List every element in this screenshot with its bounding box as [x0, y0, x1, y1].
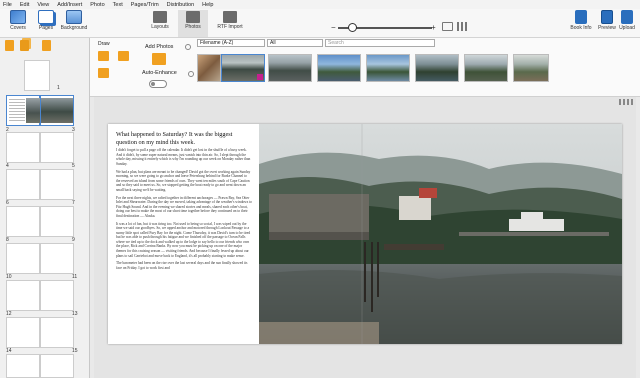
pages-label: Pages — [38, 25, 54, 31]
page-thumb-7[interactable] — [40, 169, 74, 200]
photos-label: Photos — [185, 24, 201, 30]
menu-view[interactable]: View — [37, 2, 49, 8]
page-thumb-5[interactable] — [40, 132, 74, 163]
page-thumb-3[interactable] — [40, 95, 74, 126]
photo-thumb-6[interactable] — [415, 54, 459, 82]
auto-enhance-label: Auto-Enhance — [142, 70, 177, 76]
menu-edit[interactable]: Edit — [20, 2, 29, 8]
pages-button[interactable]: Pages — [31, 10, 61, 31]
rtf-import-label: RTF Import — [217, 24, 243, 30]
page-thumb-8[interactable] — [6, 206, 40, 237]
page-thumb-14[interactable] — [6, 317, 40, 348]
main-toolbar: Covers Pages Background Layouts Photos R… — [0, 9, 640, 38]
page-thumb-15[interactable] — [40, 317, 74, 348]
page-thumb-11[interactable] — [40, 243, 74, 274]
sort-dropdown[interactable]: Filename (A-Z) — [197, 39, 265, 47]
upload-button[interactable]: Upload — [614, 10, 640, 31]
background-label: Background — [60, 25, 88, 31]
book-info-icon — [575, 10, 587, 24]
search-input[interactable]: Search — [325, 39, 435, 47]
photos-icon — [186, 11, 200, 23]
zoom-out-button[interactable]: − — [331, 23, 336, 32]
page-thumb-10[interactable] — [6, 243, 40, 274]
spread-photo[interactable] — [259, 124, 622, 344]
edit-photo-icon[interactable] — [98, 68, 109, 78]
page-thumb-17[interactable] — [40, 354, 74, 378]
article-paragraph: It was a lot of fun, but it was tiring t… — [116, 221, 251, 258]
article-paragraph: The barometer had been on the rise over … — [116, 261, 248, 270]
page-thumb-2[interactable] — [6, 95, 40, 126]
background-button[interactable]: Background — [58, 10, 90, 31]
rtf-import-icon — [223, 11, 237, 23]
page-number: 1 — [57, 85, 60, 91]
auto-enhance-help-icon[interactable] — [188, 71, 194, 77]
add-photos-icon[interactable] — [152, 53, 166, 65]
filter-dropdown[interactable]: All — [267, 39, 323, 47]
harbor-photo — [259, 124, 622, 344]
article-paragraph: I didn't forget to pull a page off the c… — [116, 148, 251, 166]
article-paragraph: We had a plan, but plans are meant to be… — [116, 169, 251, 192]
photo-thumb-2-selected[interactable] — [221, 54, 265, 82]
menu-text[interactable]: Text — [113, 2, 123, 8]
page-thumb-6[interactable] — [6, 169, 40, 200]
covers-label: Covers — [10, 25, 26, 31]
menu-photo[interactable]: Photo — [90, 2, 104, 8]
grid-view-icon[interactable] — [457, 22, 468, 31]
draw-label: Draw — [98, 41, 110, 47]
menu-distribution[interactable]: Distribution — [167, 2, 195, 8]
page-navigation-icon[interactable] — [619, 99, 635, 105]
rtf-import-button[interactable]: RTF Import — [212, 11, 248, 30]
photo-panel: Draw Add Photos Auto-Enhance Filename (A… — [90, 38, 640, 97]
auto-enhance-toggle[interactable] — [149, 80, 167, 88]
photo-thumb-1[interactable] — [197, 54, 221, 82]
photo-thumb-4[interactable] — [317, 54, 361, 82]
text-frame[interactable]: What happened to Saturday? It was the bi… — [116, 131, 252, 339]
layouts-icon — [153, 11, 167, 23]
pages-icon — [38, 10, 54, 24]
menu-add-insert[interactable]: Add/Insert — [57, 2, 82, 8]
page-thumb-9[interactable] — [40, 206, 74, 237]
menu-help[interactable]: Help — [202, 2, 213, 8]
duplicate-page-icon[interactable] — [20, 40, 29, 51]
fit-page-icon[interactable] — [442, 22, 453, 31]
background-icon — [66, 10, 82, 24]
page-thumb-16[interactable] — [6, 354, 40, 378]
menu-file[interactable]: File — [3, 2, 12, 8]
article-paragraph: For the next three nights, we rafted tog… — [116, 195, 252, 218]
used-badge-icon — [257, 74, 263, 80]
photos-button[interactable]: Photos — [178, 10, 208, 37]
covers-button[interactable]: Covers — [3, 10, 33, 31]
photo-thumb-3[interactable] — [268, 54, 312, 82]
add-page-icon[interactable] — [5, 40, 14, 51]
photo-thumb-5[interactable] — [366, 54, 410, 82]
page-thumb-4[interactable] — [6, 132, 40, 163]
menu-bar: File Edit View Add/Insert Photo Text Pag… — [0, 0, 640, 9]
draw-tool-icon[interactable] — [98, 51, 109, 61]
photo-thumb-8[interactable] — [513, 54, 549, 82]
page-thumb-12[interactable] — [6, 280, 40, 311]
zoom-in-button[interactable]: + — [431, 23, 436, 32]
menu-pages-trim[interactable]: Pages/Trim — [131, 2, 159, 8]
preview-icon — [601, 10, 613, 24]
photo-thumb-7[interactable] — [464, 54, 508, 82]
page-thumb-13[interactable] — [40, 280, 74, 311]
insert-page-icon[interactable] — [42, 40, 51, 51]
folder-tool-icon[interactable] — [118, 51, 129, 61]
covers-icon — [10, 10, 26, 24]
layouts-button[interactable]: Layouts — [145, 11, 175, 30]
page-thumbnail-sidebar: 1 2 3 4 5 6 7 8 9 10 11 12 13 14 15 — [0, 38, 90, 378]
zoom-slider-knob[interactable] — [348, 23, 357, 32]
article-title: What happened to Saturday? It was the bi… — [116, 131, 233, 146]
upload-label: Upload — [619, 25, 635, 31]
help-icon[interactable] — [185, 44, 191, 50]
layouts-label: Layouts — [151, 24, 169, 30]
page-thumb-1[interactable] — [24, 60, 50, 91]
add-photos-label: Add Photos — [145, 44, 174, 50]
upload-icon — [621, 10, 633, 24]
